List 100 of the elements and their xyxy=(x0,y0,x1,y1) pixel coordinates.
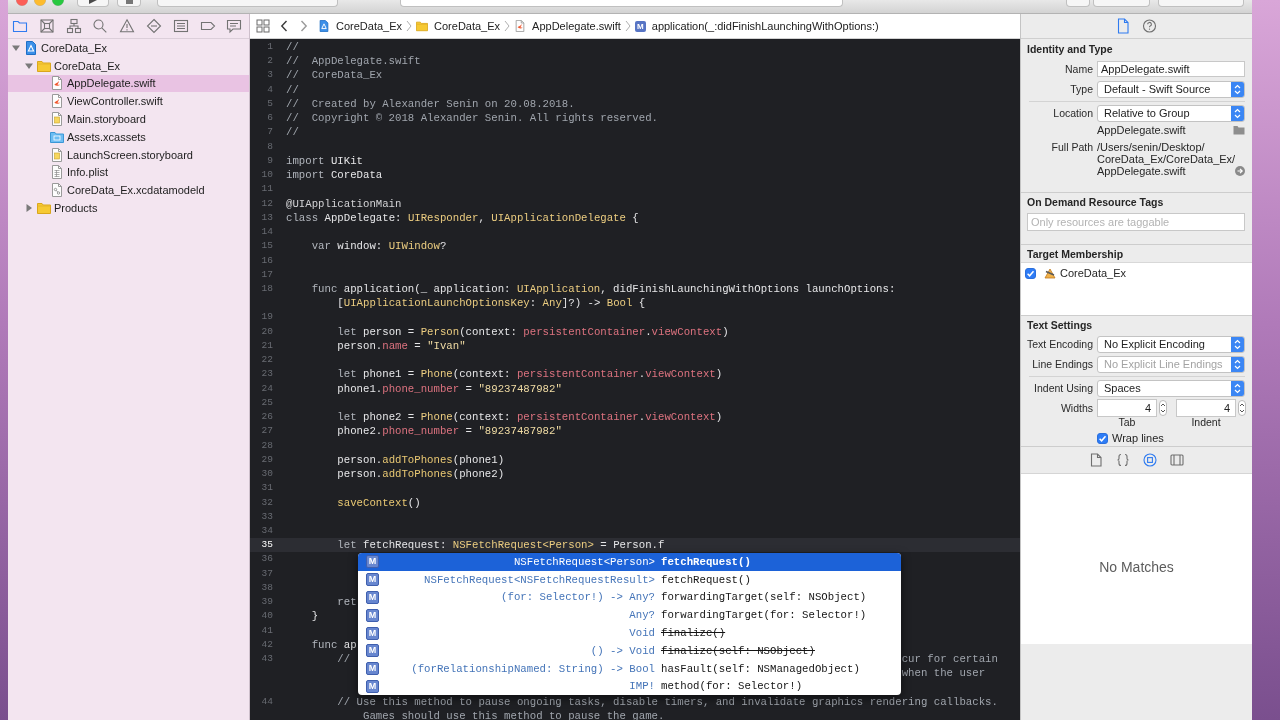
stepper-icon xyxy=(1231,336,1244,352)
completion-item[interactable]: M (forRelationshipNamed: String) -> Bool hasFault(self: NSManagedObject) xyxy=(358,659,901,678)
number-field[interactable]: 4 xyxy=(1097,399,1157,417)
file-tree-item[interactable]: CoreData_Ex xyxy=(8,56,249,75)
line-number: 22 xyxy=(261,354,273,366)
line-number: 40 xyxy=(261,610,273,622)
popup-button[interactable]: Default - Swift Source xyxy=(1097,80,1245,98)
return-type-text: (for: Selector!) -> Any? xyxy=(501,591,655,604)
film-icon[interactable] xyxy=(1169,453,1184,467)
full-path-text: /Users/senin/Desktop/ CoreData_Ex/CoreData_Ex/ AppDelegate.swift xyxy=(1097,141,1236,177)
tags-field[interactable]: Only resources are taggable xyxy=(1027,213,1245,231)
breadcrumb-item[interactable]: M application(_:didFinishLaunchingWithOptions:) xyxy=(634,20,879,32)
line-number: 32 xyxy=(261,496,273,508)
warning-icon[interactable] xyxy=(119,18,136,34)
reveal-arrow-icon[interactable] xyxy=(1235,166,1246,176)
help-icon[interactable] xyxy=(1142,18,1157,34)
breadcrumb-item[interactable]: AppDelegate.swift xyxy=(514,20,621,32)
hierarchy-icon[interactable] xyxy=(65,18,82,34)
document-icon[interactable] xyxy=(1089,453,1104,467)
checkbox[interactable] xyxy=(1025,267,1036,279)
checkbox[interactable] xyxy=(1097,432,1108,444)
file-tree-item[interactable]: AppDelegate.swift xyxy=(8,74,249,93)
field-label: Line Endings xyxy=(1032,358,1093,370)
search-icon[interactable] xyxy=(92,18,109,34)
line-number: 5 xyxy=(267,97,273,109)
return-type-text: IMP! xyxy=(629,680,655,693)
file-tree-item[interactable]: CoreData_Ex xyxy=(8,39,249,57)
method-name-text: fetchRequest() xyxy=(661,573,751,586)
stepper-icon[interactable] xyxy=(1238,400,1246,416)
breadcrumb-item[interactable]: CoreData_Ex xyxy=(416,20,501,32)
file-tree-item[interactable]: Products xyxy=(8,199,249,217)
completion-item[interactable]: M NSFetchRequest<NSFetchRequestResult> fetchRequest() xyxy=(358,570,901,589)
field-label: Indent Using xyxy=(1034,382,1093,394)
activity-view[interactable] xyxy=(400,0,843,7)
line-number: 11 xyxy=(261,183,273,195)
completion-item[interactable]: M () -> Void finalize(self: NSObject) xyxy=(358,642,901,660)
completion-item[interactable]: M NSFetchRequest<Person> fetchRequest() xyxy=(358,553,901,571)
code-line: import CoreData xyxy=(286,169,383,182)
forward-icon[interactable] xyxy=(300,20,308,32)
field-label: Full Path xyxy=(1051,141,1093,153)
line-number: 38 xyxy=(261,581,273,593)
back-icon[interactable] xyxy=(280,20,288,32)
return-type-text: (forRelationshipNamed: String) -> Bool xyxy=(411,662,655,675)
panel-toggle-control[interactable] xyxy=(1158,0,1244,7)
method-badge: M xyxy=(366,573,379,587)
method-name-text: finalize(self: NSObject) xyxy=(661,644,815,657)
popup-button[interactable]: Spaces xyxy=(1097,379,1245,397)
popup-button[interactable]: Relative to Group xyxy=(1097,104,1245,122)
method-badge: M xyxy=(366,591,379,604)
number-field[interactable]: 4 xyxy=(1176,399,1236,417)
diamond-icon[interactable] xyxy=(146,18,162,34)
disclosure-triangle-icon[interactable] xyxy=(24,203,34,214)
file-tree-item[interactable]: Assets.xcassets xyxy=(8,128,249,146)
line-number: 10 xyxy=(261,169,273,181)
line-number: 30 xyxy=(261,468,273,480)
return-type-text: NSFetchRequest<Person> xyxy=(513,555,655,568)
line-number: 42 xyxy=(261,638,273,650)
text-field[interactable]: AppDelegate.swift xyxy=(1097,61,1245,77)
folder-icon[interactable] xyxy=(1233,125,1245,135)
chevron-icon xyxy=(504,20,511,32)
swift-file-icon xyxy=(514,20,527,32)
popup-button[interactable]: No Explicit Encoding xyxy=(1097,335,1245,353)
speech-bubble-icon[interactable] xyxy=(226,18,243,34)
line-number: 29 xyxy=(261,453,273,465)
completion-item[interactable]: M Any? forwardingTarget(for: Selector!) xyxy=(358,606,901,625)
file-tree-item[interactable]: Main.storyboard xyxy=(8,110,249,128)
file-tree-item[interactable]: LaunchScreen.storyboard xyxy=(8,145,249,164)
run-button[interactable] xyxy=(77,0,109,7)
completion-item[interactable]: M (for: Selector!) -> Any? forwardingTarget(self: NSObject) xyxy=(358,588,901,607)
code-line: let phone2 = Phone(context: persistentContainer.viewContext) xyxy=(336,411,723,424)
close-icon[interactable] xyxy=(16,0,28,6)
line-number: 9 xyxy=(267,154,273,166)
folder-icon[interactable] xyxy=(12,18,28,34)
stepper-icon[interactable] xyxy=(1159,400,1167,416)
square-x-icon[interactable] xyxy=(38,18,55,34)
line-number: 37 xyxy=(261,567,273,579)
breadcrumb-item[interactable]: CoreData_Ex xyxy=(318,20,403,32)
section-title: Text Settings xyxy=(1027,318,1093,331)
line-number: 18 xyxy=(261,283,273,294)
grid-icon[interactable] xyxy=(256,19,270,33)
line-number: 36 xyxy=(261,553,273,565)
document-icon[interactable] xyxy=(1116,18,1131,34)
line-number: 26 xyxy=(261,411,273,423)
code-line: // AppDelegate.swift xyxy=(286,55,421,68)
file-tree-item[interactable]: Info.plist xyxy=(8,163,249,182)
method-badge: M xyxy=(366,626,379,640)
file-tree-item[interactable]: ViewController.swift xyxy=(8,92,249,111)
stop-button[interactable] xyxy=(117,0,141,7)
file-tree-item[interactable]: CoreData_Ex.xcdatamodeld xyxy=(8,181,249,200)
method-badge: M xyxy=(366,644,379,658)
folder-icon xyxy=(37,201,51,216)
code-line: var window: UIWindow? xyxy=(310,240,447,253)
code-line: phone2.phone_number = "89237487982" xyxy=(336,425,562,438)
list-icon[interactable] xyxy=(172,18,189,34)
completion-item[interactable]: M Void finalize() xyxy=(358,624,901,642)
swift-file-icon xyxy=(50,76,64,91)
code-line: } xyxy=(310,610,319,623)
line-number: 39 xyxy=(261,596,273,608)
completion-item[interactable]: M IMP! method(for: Selector!) xyxy=(358,677,901,696)
braces-icon[interactable] xyxy=(1116,453,1131,467)
